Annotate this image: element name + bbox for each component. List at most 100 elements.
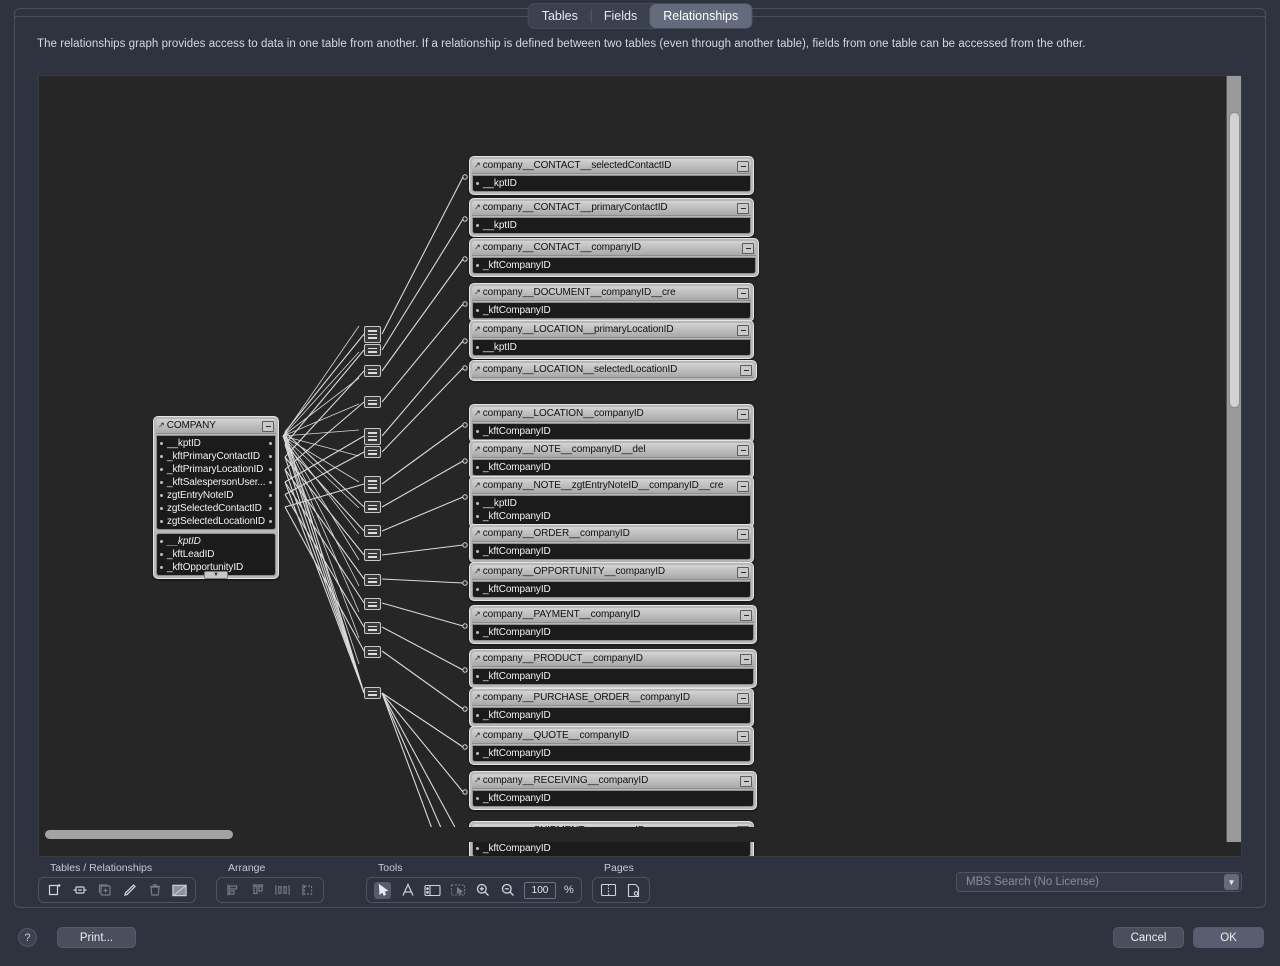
tab-tables[interactable]: Tables <box>529 4 591 28</box>
table-occurrence[interactable]: ↗ company__ORDER__companyID _kftCompanyID <box>469 524 754 563</box>
edit-icon[interactable] <box>121 882 138 899</box>
relationship-operator[interactable] <box>364 326 381 343</box>
table-header[interactable]: ↗ company__LOCATION__companyID <box>472 407 751 422</box>
table-header[interactable]: ↗ company__ORDER__companyID <box>472 527 751 542</box>
zoom-level-input[interactable]: 100 <box>524 881 556 899</box>
align-top-icon[interactable] <box>249 882 266 899</box>
table-header[interactable]: ↗ company__OPPORTUNITY__companyID <box>472 565 751 580</box>
table-occurrence[interactable]: ↗ company__LOCATION__selectedLocationID <box>469 360 757 381</box>
relationship-operator[interactable] <box>364 428 381 445</box>
table-occurrence[interactable]: ↗ company__OPPORTUNITY__companyID _kftComp… <box>469 562 754 601</box>
relationship-operator[interactable] <box>364 622 381 634</box>
table-header[interactable]: ↗ company__CONTACT__selectedContactID <box>472 159 751 174</box>
table-field[interactable]: _kftCompanyID <box>473 792 753 805</box>
table-field[interactable]: __kptID <box>157 437 275 450</box>
table-header[interactable]: ↗ company__PAYMENT__companyID <box>472 608 754 623</box>
color-icon[interactable] <box>171 882 188 899</box>
table-header[interactable]: ↗ company__DOCUMENT__companyID__cre <box>472 286 751 301</box>
mbs-search-field[interactable]: MBS Search (No License) ▼ <box>956 872 1242 892</box>
tab-fields[interactable]: Fields <box>590 4 650 28</box>
table-header[interactable]: ↗ company__PRODUCT__companyID <box>472 652 754 667</box>
collapse-toggle-icon[interactable] <box>740 364 752 376</box>
table-field[interactable]: __kptID <box>473 219 750 232</box>
table-field[interactable]: _kftCompanyID <box>473 545 750 558</box>
table-field[interactable]: _kftCompanyID <box>473 259 755 272</box>
table-occurrence[interactable]: ↗ company__CONTACT__selectedContactID __kp… <box>469 156 754 195</box>
table-field[interactable]: _kftLeadID <box>157 548 275 561</box>
align-left-icon[interactable] <box>224 882 241 899</box>
collapse-toggle-icon[interactable] <box>737 408 749 420</box>
collapse-toggle-icon[interactable] <box>737 730 749 742</box>
table-occurrence[interactable]: ↗ company__NOTE__zgtEntryNoteID__companyI… <box>469 476 754 528</box>
page-setup-icon[interactable] <box>625 882 642 899</box>
relationship-operator[interactable] <box>364 598 381 610</box>
relationships-graph[interactable]: ↗ COMPANY __kptID _kftPrimaryContactID _kf… <box>38 75 1242 857</box>
table-field[interactable]: _kftCompanyID <box>473 510 750 523</box>
print-button[interactable]: Print... <box>57 927 136 948</box>
table-field[interactable]: _kftCompanyID <box>473 583 750 596</box>
table-header[interactable]: ↗ company__CONTACT__companyID <box>472 241 756 256</box>
collapse-toggle-icon[interactable] <box>737 480 749 492</box>
table-occurrence[interactable]: ↗ company__CONTACT__companyID _kftCompanyI… <box>469 238 759 277</box>
add-table-icon[interactable] <box>46 882 63 899</box>
table-header[interactable]: ↗ company__LOCATION__primaryLocationID <box>472 323 751 338</box>
table-occurrence[interactable]: ↗ company__LOCATION__primaryLocationID __k… <box>469 320 754 359</box>
table-field[interactable]: _kftCompanyID <box>473 461 750 474</box>
relationship-operator[interactable] <box>364 501 381 513</box>
chevron-down-icon[interactable]: ▼ <box>1224 874 1239 890</box>
collapse-toggle-icon[interactable] <box>742 242 754 254</box>
table-field[interactable]: _kftCompanyID <box>473 425 750 438</box>
table-header[interactable]: ↗ company__NOTE__zgtEntryNoteID__companyI… <box>472 479 751 494</box>
table-field[interactable]: _kftCompanyID <box>473 304 750 317</box>
collapse-toggle-icon[interactable] <box>737 692 749 704</box>
table-occurrence[interactable]: ↗ company__PAYMENT__companyID _kftCompanyI… <box>469 605 757 644</box>
tab-relationships[interactable]: Relationships <box>650 4 752 28</box>
table-field[interactable]: __kptID <box>473 177 750 190</box>
distribute-horizontal-icon[interactable] <box>274 882 291 899</box>
table-header[interactable]: ↗ company__PURCHASE_ORDER__companyID <box>472 691 751 706</box>
graph-vscroll-thumb[interactable] <box>1229 112 1240 408</box>
collapse-toggle-icon[interactable] <box>737 287 749 299</box>
delete-icon[interactable] <box>146 882 163 899</box>
relationship-operator[interactable] <box>364 344 381 356</box>
pointer-icon[interactable] <box>374 881 391 899</box>
graph-hscroll-thumb[interactable] <box>45 830 233 839</box>
collapse-toggle-icon[interactable] <box>740 609 752 621</box>
table-field[interactable]: zgtSelectedContactID <box>157 502 275 515</box>
table-field[interactable]: _kftSalespersonUser... <box>157 476 275 489</box>
relationship-operator[interactable] <box>364 365 381 377</box>
table-field[interactable]: zgtEntryNoteID <box>157 489 275 502</box>
collapse-toggle-icon[interactable] <box>737 444 749 456</box>
ok-button[interactable]: OK <box>1193 927 1264 948</box>
help-button[interactable]: ? <box>18 928 37 947</box>
table-field[interactable]: _kftCompanyID <box>473 709 750 722</box>
zoom-in-icon[interactable] <box>474 882 491 899</box>
table-header[interactable]: ↗ company__NOTE__companyID__del <box>472 443 751 458</box>
collapse-toggle-icon[interactable] <box>737 324 749 336</box>
table-occurrence[interactable]: ↗ company__NOTE__companyID__del _kftCompan… <box>469 440 754 479</box>
table-field[interactable]: _kftCompanyID <box>473 626 753 639</box>
table-field[interactable]: _kftPrimaryLocationID <box>157 463 275 476</box>
collapse-toggle-icon[interactable] <box>737 160 749 172</box>
zoom-out-icon[interactable] <box>499 882 516 899</box>
table-field[interactable]: __kptID <box>157 535 275 548</box>
collapse-toggle-icon[interactable] <box>262 420 274 432</box>
collapse-toggle-icon[interactable] <box>740 653 752 665</box>
relationship-operator[interactable] <box>364 476 381 493</box>
graph-vscrollbar[interactable] <box>1226 76 1241 842</box>
table-occurrence[interactable]: ↗ company__DOCUMENT__companyID__cre _kftCo… <box>469 283 754 322</box>
table-field[interactable]: zgtSelectedLocationID <box>157 515 275 528</box>
cancel-button[interactable]: Cancel <box>1113 927 1184 948</box>
relationship-operator[interactable] <box>364 525 381 537</box>
table-occurrence[interactable]: ↗ company__PRODUCT__companyID _kftCompanyI… <box>469 649 757 688</box>
table-header[interactable]: ↗ company__QUOTE__companyID <box>472 729 751 744</box>
table-header[interactable]: ↗ COMPANY <box>156 419 276 434</box>
relationship-operator[interactable] <box>364 549 381 561</box>
add-relationship-icon[interactable] <box>71 882 88 899</box>
table-occurrence[interactable]: ↗ company__LOCATION__companyID _kftCompany… <box>469 404 754 443</box>
relationship-operator[interactable] <box>364 687 381 699</box>
relationship-operator[interactable] <box>364 574 381 586</box>
table-occurrence-company[interactable]: ↗ COMPANY __kptID _kftPrimaryContactID _kf… <box>153 416 279 579</box>
table-occurrence[interactable]: ↗ company__QUOTE__companyID _kftCompanyID <box>469 726 754 765</box>
collapse-toggle-icon[interactable] <box>737 566 749 578</box>
